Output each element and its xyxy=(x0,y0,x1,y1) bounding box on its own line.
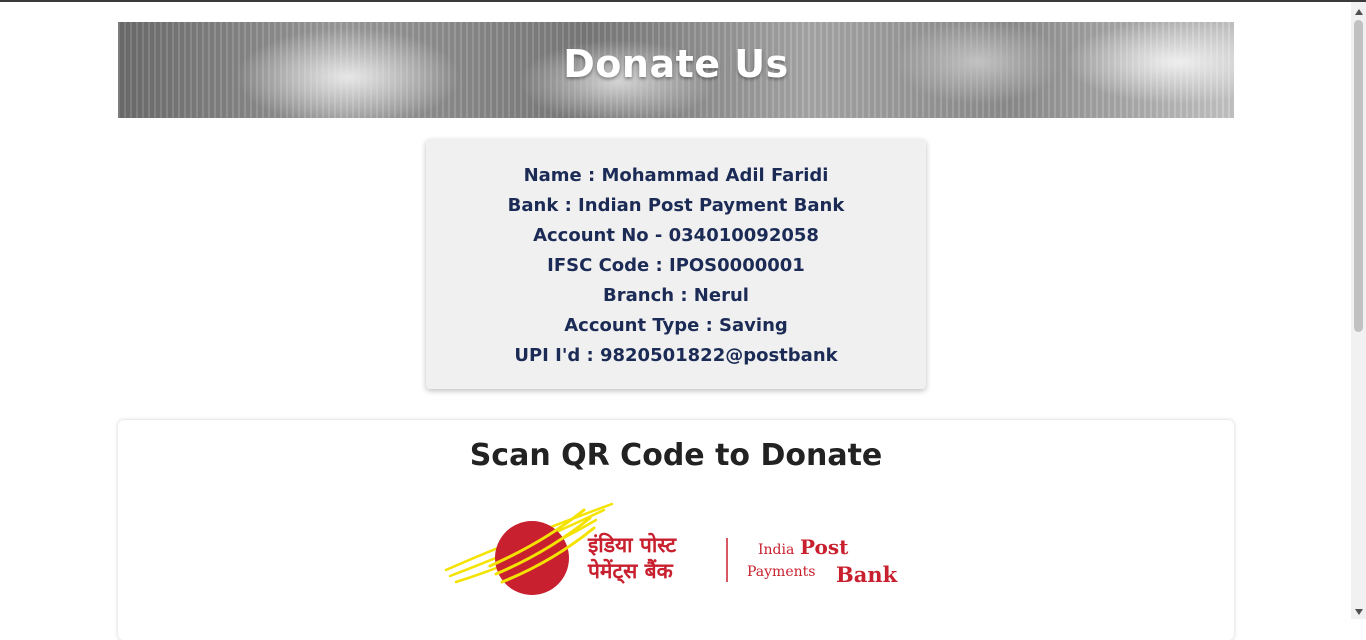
qr-card: Scan QR Code to Donate इंडिया पोस्ट पेमे… xyxy=(118,420,1234,640)
logo-en-bank: Bank xyxy=(836,562,898,587)
scrollbar-thumb[interactable] xyxy=(1354,20,1363,332)
detail-upi: UPI I'd : 9820501822@postbank xyxy=(514,345,838,366)
detail-name: Name : Mohammad Adil Faridi xyxy=(523,165,829,186)
donate-banner: Donate Us xyxy=(118,22,1234,118)
logo-en-india: India xyxy=(758,542,794,558)
logo-en-post: Post xyxy=(800,535,849,559)
bank-details-card: Name : Mohammad Adil Faridi Bank : India… xyxy=(426,139,926,389)
detail-account-type: Account Type : Saving xyxy=(564,315,788,336)
detail-branch: Branch : Nerul xyxy=(603,285,749,306)
detail-ifsc: IFSC Code : IPOS0000001 xyxy=(547,255,805,276)
logo-en-payments: Payments xyxy=(747,564,815,580)
india-post-payments-bank-logo: इंडिया पोस्ट पेमेंट्स बैंक India Post Pa… xyxy=(444,502,898,595)
banner-title: Donate Us xyxy=(563,42,789,86)
vertical-scrollbar[interactable] xyxy=(1351,2,1366,619)
detail-bank: Bank : Indian Post Payment Bank xyxy=(507,195,845,216)
detail-account-no: Account No - 034010092058 xyxy=(533,225,819,246)
logo-hindi-line1: इंडिया पोस्ट xyxy=(587,532,677,557)
scroll-up-arrow-icon[interactable] xyxy=(1351,4,1366,19)
logo-hindi-line2: पेमेंट्स बैंक xyxy=(587,558,674,584)
qr-heading: Scan QR Code to Donate xyxy=(469,438,883,473)
